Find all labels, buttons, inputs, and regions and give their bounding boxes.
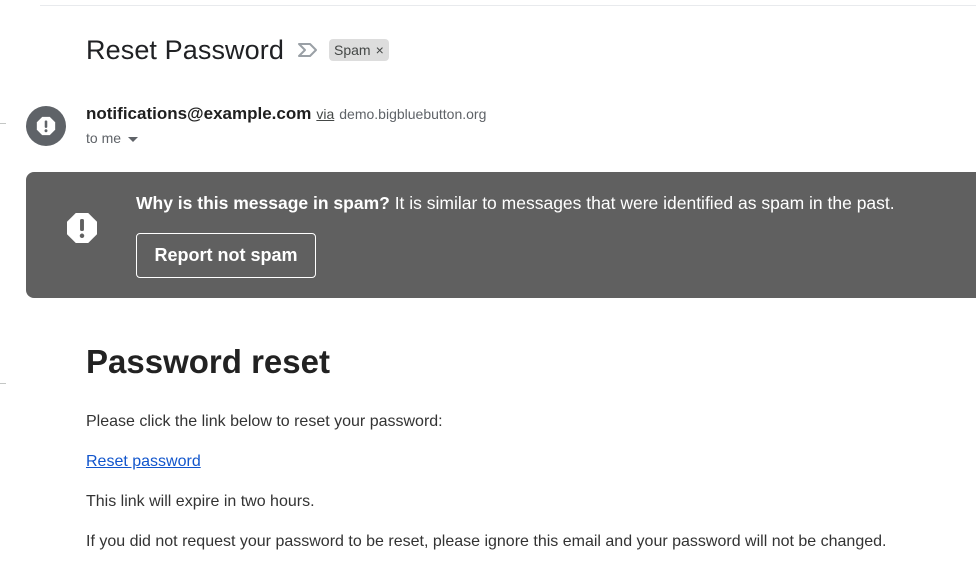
sender-email[interactable]: notifications@example.com <box>86 104 311 124</box>
alert-icon <box>36 116 56 136</box>
spam-warning-banner: Why is this message in spam? It is simil… <box>26 172 976 298</box>
reset-password-link-paragraph: Reset password <box>86 453 201 471</box>
recipient-label: to me <box>86 130 122 146</box>
email-paragraph: Please click the link below to reset you… <box>86 413 443 430</box>
reset-password-link[interactable]: Reset password <box>86 453 201 470</box>
chevron-down-icon <box>128 136 139 142</box>
email-view: Reset Password Spam × notifications@exam… <box>0 0 976 586</box>
report-not-spam-button[interactable]: Report not spam <box>136 233 316 278</box>
avatar[interactable] <box>26 106 66 146</box>
spam-reason: It is similar to messages that were iden… <box>389 193 895 213</box>
email-paragraph: If you did not request your password to … <box>86 533 887 550</box>
email-paragraph: This link will expire in two hours. <box>86 493 315 510</box>
via-domain: demo.bigbluebutton.org <box>339 106 487 122</box>
label-chip-text: Spam <box>333 42 371 58</box>
importance-marker-icon[interactable] <box>297 41 319 59</box>
sender-row: notifications@example.com via demo.bigbl… <box>86 104 486 124</box>
divider <box>40 5 976 6</box>
spam-label-chip: Spam × <box>328 39 389 61</box>
email-heading: Password reset <box>86 343 330 380</box>
via-link[interactable]: via <box>316 106 334 122</box>
edge-divider <box>0 123 6 124</box>
spam-question: Why is this message in spam? <box>136 193 390 213</box>
recipient-dropdown[interactable]: to me <box>86 130 139 146</box>
email-subject: Reset Password <box>86 34 284 65</box>
spam-explanation: Why is this message in spam? It is simil… <box>136 193 895 214</box>
remove-label-icon[interactable]: × <box>376 43 384 57</box>
subject-row: Reset Password Spam × <box>86 30 389 70</box>
alert-octagon-icon <box>67 213 97 243</box>
edge-divider <box>0 383 6 384</box>
